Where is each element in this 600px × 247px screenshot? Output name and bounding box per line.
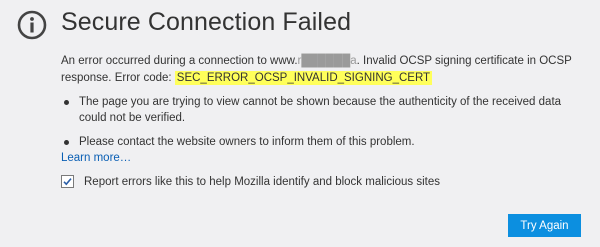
report-errors-label: Report errors like this to help Mozilla … [84,175,441,188]
report-errors-option[interactable]: Report errors like this to help Mozilla … [61,175,440,188]
page-title: Secure Connection Failed [61,8,352,36]
info-circle-icon [17,10,47,40]
list-item: Please contact the website owners to inf… [61,134,581,150]
error-code[interactable]: SEC_ERROR_OCSP_INVALID_SIGNING_CERT [174,71,433,85]
list-item: The page you are trying to view cannot b… [61,94,581,126]
redacted-host: r██████a [297,55,357,67]
report-errors-checkbox[interactable] [61,175,74,188]
error-description: An error occurred during a connection to… [61,53,581,87]
error-bullet-list: The page you are trying to view cannot b… [61,94,581,158]
learn-more-link[interactable]: Learn more… [61,152,131,164]
description-prefix: An error occurred during a connection to… [61,55,298,67]
try-again-button[interactable]: Try Again [508,214,581,237]
checkmark-icon [63,178,72,186]
